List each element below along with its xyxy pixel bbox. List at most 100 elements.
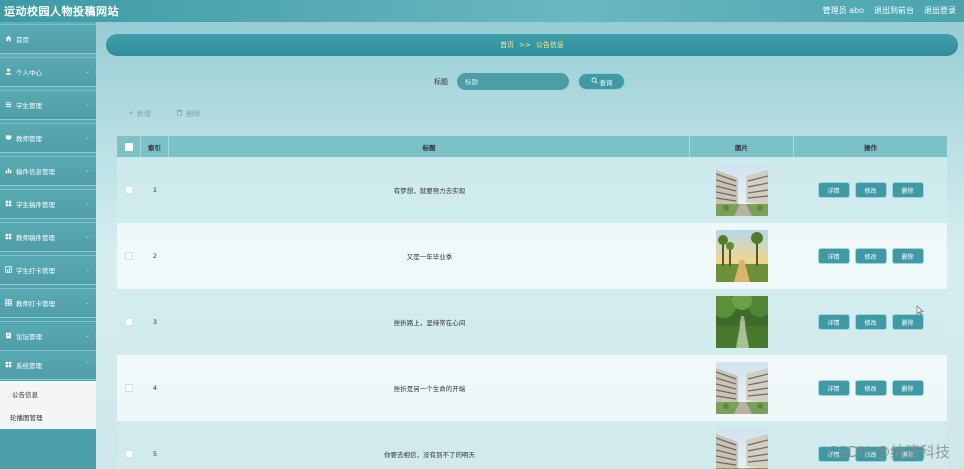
row-index: 2 xyxy=(152,252,158,260)
sidebar-item-students[interactable]: 学生管理 ⌄ xyxy=(0,90,96,120)
home-icon xyxy=(5,35,12,42)
search-icon xyxy=(590,77,598,86)
row-title: 又是一年毕业季 xyxy=(406,253,453,261)
top-bar: 运动校园人物投稿网站 管理员 abo 退出到前台 退出登录 xyxy=(0,0,964,22)
row-image-cell xyxy=(690,223,794,289)
sidebar-item-profile[interactable]: 个人中心 ⌄ xyxy=(0,57,96,87)
user-icon xyxy=(5,68,12,75)
sidebar-item-label: 个人中心 xyxy=(16,68,42,77)
row-checkbox[interactable] xyxy=(125,252,133,260)
delete-button[interactable]: 删除 xyxy=(892,315,923,329)
row-image-cell xyxy=(690,157,794,223)
campus-building-photo[interactable] xyxy=(716,428,768,469)
grid-icon xyxy=(5,233,12,240)
chevron-down-icon: ⌄ xyxy=(84,233,90,240)
watermark: CSDN @纳清科技 xyxy=(827,443,950,461)
row-image-cell xyxy=(690,355,794,421)
edit-button[interactable]: 修改 xyxy=(855,183,886,197)
sidebar-item-teacher-checkin[interactable]: 教师打卡管理 ⌄ xyxy=(0,288,96,318)
sidebar-item-teacher-manuscripts[interactable]: 教师稿件管理 ⌄ xyxy=(0,222,96,252)
row-title: 挫折是另一个生命的开端 xyxy=(393,385,466,393)
delete-button[interactable]: 删除 xyxy=(892,249,923,263)
sidebar-item-manuscripts[interactable]: 稿件信息管理 ⌄ xyxy=(0,156,96,186)
edit-button[interactable]: 修改 xyxy=(855,381,886,395)
back-to-front-link[interactable]: 退出到前台 xyxy=(874,5,914,16)
table-row: 4 挫折是另一个生命的开端 详情 修改 删除 xyxy=(117,355,947,421)
top-links: 管理员 abo 退出到前台 退出登录 xyxy=(823,5,956,16)
submenu-item-carousel[interactable]: 轮播图管理 xyxy=(10,412,43,422)
table-icon xyxy=(5,299,12,306)
delete-button[interactable]: 删除 xyxy=(892,183,923,197)
row-actions: 详情 修改 删除 xyxy=(794,355,947,421)
row-image-cell xyxy=(690,421,794,469)
tree-lined-path-photo[interactable] xyxy=(716,296,768,348)
row-checkbox[interactable] xyxy=(125,318,133,326)
row-actions: 详情 修改 删除 xyxy=(794,223,947,289)
add-button-label: 新增 xyxy=(136,110,151,118)
user-label: 管理员 abo xyxy=(822,6,864,15)
sidebar-item-label: 学生打卡管理 xyxy=(16,266,55,275)
table-row: 5 你要去相信，没有到不了的明天 详情 修改 删除 xyxy=(117,421,947,469)
sidebar-item-home[interactable]: 首页 xyxy=(0,24,96,54)
edit-button[interactable]: 修改 xyxy=(855,249,886,263)
sidebar-item-label: 教师稿件管理 xyxy=(16,233,55,242)
mouse-cursor-icon xyxy=(916,305,924,316)
detail-button[interactable]: 详情 xyxy=(818,315,849,329)
sidebar-item-forum[interactable]: 论坛管理 ⌄ xyxy=(0,321,96,351)
row-actions: 详情 修改 删除 xyxy=(794,289,947,355)
edit-button[interactable]: 修改 xyxy=(855,315,886,329)
row-index: 5 xyxy=(152,450,158,458)
detail-button[interactable]: 详情 xyxy=(818,381,849,395)
campus-building-photo[interactable] xyxy=(716,164,768,216)
search-input[interactable] xyxy=(457,73,569,90)
row-checkbox[interactable] xyxy=(125,186,133,194)
logout-link[interactable]: 退出登录 xyxy=(924,5,956,16)
grid-icon xyxy=(5,200,12,207)
sidebar-item-label: 教师管理 xyxy=(16,134,42,143)
campus-building-photo[interactable] xyxy=(716,362,768,414)
breadcrumb-home[interactable]: 首页 xyxy=(500,40,514,50)
delete-button[interactable]: 删除 xyxy=(892,381,923,395)
search-label: 标题 xyxy=(434,78,448,86)
batch-delete-label: 删除 xyxy=(186,110,200,118)
chevron-down-icon: ⌄ xyxy=(84,68,90,75)
sidebar-item-label: 论坛管理 xyxy=(16,332,42,341)
detail-button[interactable]: 详情 xyxy=(818,183,849,197)
chevron-down-icon: ⌄ xyxy=(84,134,90,141)
sidebar: 首页 个人中心 ⌄ 学生管理 ⌄ 教师管理 ⌄ 稿件信息管理 ⌄ 学生稿件管理 … xyxy=(0,22,96,469)
batch-delete-button[interactable]: 删除 xyxy=(176,109,200,119)
chart-icon xyxy=(5,266,12,273)
row-index: 4 xyxy=(152,384,158,392)
search-button-label: 查询 xyxy=(599,78,613,87)
submenu-item-notices[interactable]: 公告信息 xyxy=(12,389,38,399)
header-image: 图片 xyxy=(690,136,794,157)
row-checkbox[interactable] xyxy=(125,450,133,458)
detail-button[interactable]: 详情 xyxy=(818,249,849,263)
system-submenu: 公告信息 轮播图管理 xyxy=(0,381,96,429)
sidebar-item-student-checkin[interactable]: 学生打卡管理 ⌄ xyxy=(0,255,96,285)
row-checkbox[interactable] xyxy=(125,384,133,392)
table-row: 2 又是一年毕业季 详情 修改 删除 xyxy=(117,223,947,289)
sunset-path-photo[interactable] xyxy=(716,230,768,282)
add-button[interactable]: + 新增 xyxy=(128,109,151,119)
row-select-cell xyxy=(117,421,141,469)
select-all-checkbox[interactable] xyxy=(124,142,133,151)
card-icon xyxy=(5,134,12,141)
chevron-down-icon: ⌄ xyxy=(84,332,90,339)
sidebar-item-label: 首页 xyxy=(16,35,29,44)
list-icon xyxy=(5,101,12,108)
row-title: 挫折路上，坚持常在心间 xyxy=(393,319,466,327)
sidebar-item-student-manuscripts[interactable]: 学生稿件管理 ⌄ xyxy=(0,189,96,219)
trash-icon xyxy=(176,109,183,119)
sidebar-item-system[interactable]: 系统管理 ⌃ xyxy=(0,350,96,380)
sidebar-item-label: 教师打卡管理 xyxy=(16,299,55,308)
row-image-cell xyxy=(690,289,794,355)
chevron-down-icon: ⌄ xyxy=(84,299,90,306)
table-header: 索引 标题 图片 操作 xyxy=(117,136,947,157)
search-button[interactable]: 查询 xyxy=(579,74,624,89)
header-select-all xyxy=(117,136,141,157)
sidebar-item-label: 学生稿件管理 xyxy=(16,200,55,209)
chevron-down-icon: ⌄ xyxy=(84,266,90,273)
forum-icon xyxy=(5,332,12,339)
sidebar-item-teachers[interactable]: 教师管理 ⌄ xyxy=(0,123,96,153)
